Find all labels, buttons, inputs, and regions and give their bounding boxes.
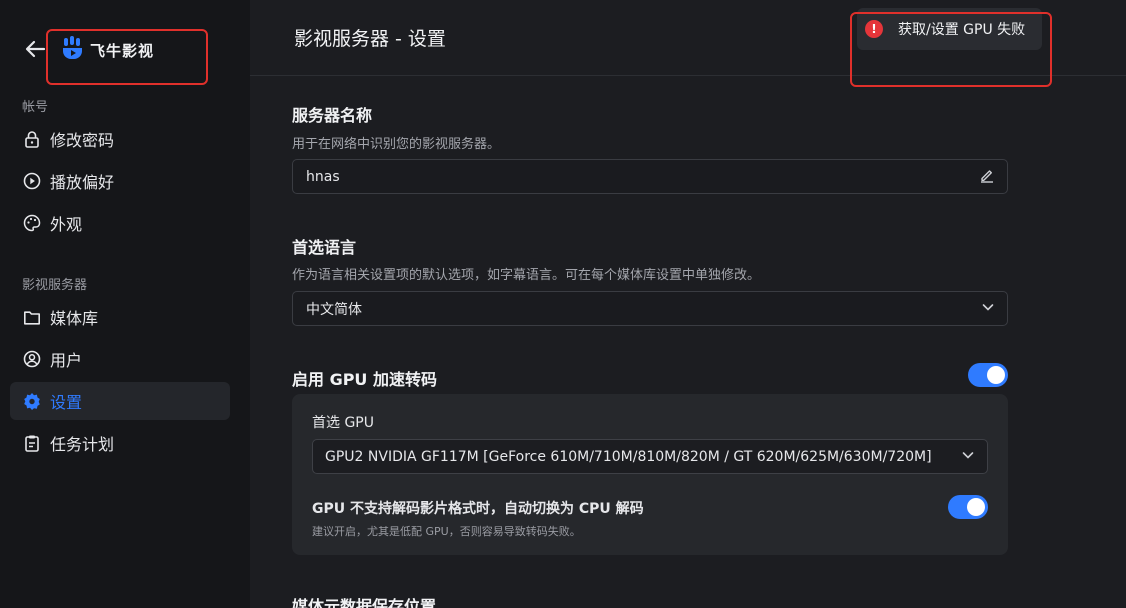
server-name-value: hnas	[306, 168, 340, 185]
sidebar-item-label: 设置	[50, 393, 83, 412]
annotation-box-toast	[850, 12, 1052, 87]
back-arrow-icon[interactable]	[24, 34, 48, 64]
server-name-desc: 用于在网络中识别您的影视服务器。	[292, 137, 501, 152]
sidebar-item-settings[interactable]: 设置	[10, 382, 230, 420]
lock-icon	[23, 130, 41, 148]
cpu-fallback-desc: 建议开启，尤其是低配 GPU，否则容易导致转码失败。	[312, 525, 581, 538]
language-value: 中文简体	[306, 301, 362, 318]
preferred-gpu-value: GPU2 NVIDIA GF117M [GeForce 610M/710M/81…	[325, 448, 932, 465]
user-icon	[23, 350, 41, 368]
toggle-knob	[987, 366, 1005, 384]
edit-pencil-icon[interactable]	[979, 167, 995, 187]
sidebar-item-label: 媒体库	[50, 309, 99, 328]
chevron-down-icon	[961, 448, 975, 466]
annotation-box-brand	[46, 29, 208, 85]
server-name-field[interactable]: hnas	[292, 159, 1008, 194]
sidebar-item-label: 用户	[50, 351, 83, 370]
sidebar-item-label: 修改密码	[50, 131, 115, 150]
toggle-knob	[967, 498, 985, 516]
language-desc: 作为语言相关设置项的默认选项，如字幕语言。可在每个媒体库设置中单独修改。	[292, 268, 761, 283]
sidebar-item-media-library[interactable]: 媒体库	[10, 298, 230, 336]
gpu-accel-label: 启用 GPU 加速转码	[292, 370, 437, 389]
folder-icon	[23, 308, 41, 326]
gpu-settings-panel: 首选 GPU GPU2 NVIDIA GF117M [GeForce 610M/…	[292, 394, 1008, 555]
cpu-fallback-toggle[interactable]	[948, 495, 988, 519]
palette-icon	[23, 214, 41, 232]
chevron-down-icon	[981, 300, 995, 318]
clipboard-icon	[23, 434, 41, 452]
language-label: 首选语言	[292, 238, 357, 257]
preferred-gpu-select[interactable]: GPU2 NVIDIA GF117M [GeForce 610M/710M/81…	[312, 439, 988, 474]
section-title-account: 帐号	[22, 100, 49, 115]
metadata-location-label: 媒体元数据保存位置	[292, 597, 437, 608]
sidebar: 飞牛影视 帐号 修改密码 播放偏好 外观 影视服务器 媒体库 用户 设置 任务计…	[0, 0, 250, 608]
section-title-media-server: 影视服务器	[22, 278, 88, 293]
sidebar-item-scheduled-tasks[interactable]: 任务计划	[10, 424, 230, 462]
sidebar-item-label: 播放偏好	[50, 173, 115, 192]
server-name-label: 服务器名称	[292, 106, 373, 125]
sidebar-item-change-password[interactable]: 修改密码	[10, 120, 230, 158]
sidebar-item-playback[interactable]: 播放偏好	[10, 162, 230, 200]
sidebar-item-users[interactable]: 用户	[10, 340, 230, 378]
sidebar-item-label: 外观	[50, 215, 83, 234]
preferred-gpu-label: 首选 GPU	[312, 415, 374, 431]
language-select[interactable]: 中文简体	[292, 291, 1008, 326]
gear-icon	[23, 392, 41, 410]
cpu-fallback-label: GPU 不支持解码影片格式时，自动切换为 CPU 解码	[312, 501, 644, 517]
sidebar-item-appearance[interactable]: 外观	[10, 204, 230, 242]
sidebar-item-label: 任务计划	[50, 435, 115, 454]
page-title: 影视服务器 - 设置	[294, 28, 446, 50]
play-circle-icon	[23, 172, 41, 190]
gpu-accel-toggle[interactable]	[968, 363, 1008, 387]
